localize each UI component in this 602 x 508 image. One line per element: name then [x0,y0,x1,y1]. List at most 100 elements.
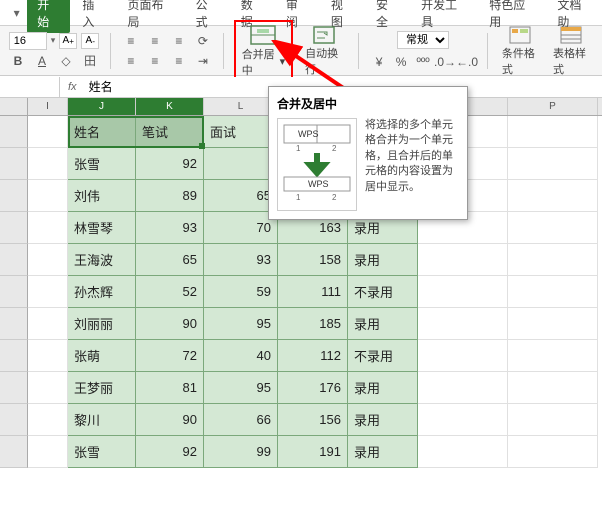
cell[interactable]: 158 [278,244,348,276]
cell[interactable]: 录用 [348,308,418,340]
cell[interactable]: 111 [278,276,348,308]
row-header[interactable] [0,308,28,340]
app-menu-icon[interactable]: ▾ [8,4,25,22]
align-left-button[interactable]: ≡ [121,52,141,70]
tab-security[interactable]: 安全 [366,0,409,33]
increase-decimal-button[interactable]: .0→ [435,53,455,71]
cell[interactable]: 刘伟 [68,180,136,212]
bold-button[interactable]: B [8,52,28,70]
row-header[interactable] [0,340,28,372]
cell[interactable]: 89 [136,180,204,212]
tab-page-layout[interactable]: 页面布局 [117,0,183,33]
align-center-button[interactable]: ≡ [145,52,165,70]
orientation-button[interactable]: ⟳ [193,32,213,50]
decrease-decimal-button[interactable]: ←.0 [457,53,477,71]
cell[interactable]: 52 [136,276,204,308]
indent-button[interactable]: ⇥ [193,52,213,70]
cell[interactable] [28,276,68,308]
cell[interactable]: 张雪 [68,148,136,180]
cell[interactable] [418,404,508,436]
align-bottom-button[interactable]: ≡ [169,32,189,50]
cell[interactable]: 张萌 [68,340,136,372]
font-color-button[interactable]: A [32,52,52,70]
cell[interactable]: 姓名 [68,116,136,148]
cell[interactable] [508,372,598,404]
cell[interactable] [204,148,278,180]
col-header[interactable]: P [508,98,598,115]
cell[interactable] [508,116,598,148]
row-header[interactable] [0,212,28,244]
thousands-button[interactable]: ººº [413,53,433,71]
tab-dev-tools[interactable]: 开发工具 [411,0,477,33]
col-header[interactable]: J [68,98,136,115]
row-header[interactable] [0,244,28,276]
cell[interactable] [508,276,598,308]
col-header[interactable]: I [28,98,68,115]
col-header[interactable]: L [204,98,278,115]
tab-formula[interactable]: 公式 [186,0,229,33]
cell[interactable]: 90 [136,308,204,340]
cell[interactable] [28,404,68,436]
cell[interactable]: 黎川 [68,404,136,436]
cell[interactable] [508,148,598,180]
cell[interactable] [28,436,68,468]
number-format-select[interactable]: 常规 [397,31,449,49]
cell[interactable]: 93 [204,244,278,276]
cell[interactable]: 92 [136,148,204,180]
row-header[interactable] [0,276,28,308]
font-size-input[interactable] [9,32,47,50]
cell[interactable] [508,180,598,212]
align-right-button[interactable]: ≡ [169,52,189,70]
cell[interactable]: 95 [204,308,278,340]
currency-button[interactable]: ¥ [369,53,389,71]
cell[interactable] [28,308,68,340]
align-middle-button[interactable]: ≡ [145,32,165,50]
decrease-font-button[interactable]: A- [81,33,99,49]
cell[interactable]: 林雪琴 [68,212,136,244]
cell[interactable]: 70 [204,212,278,244]
increase-font-button[interactable]: A+ [59,33,77,49]
cell[interactable] [28,372,68,404]
align-top-button[interactable]: ≡ [121,32,141,50]
row-header[interactable] [0,148,28,180]
cell[interactable]: 95 [204,372,278,404]
cell[interactable]: 59 [204,276,278,308]
wrap-text-button[interactable]: 自动换行 [299,23,348,79]
cell[interactable]: 99 [204,436,278,468]
cell[interactable]: 176 [278,372,348,404]
cell[interactable]: 录用 [348,436,418,468]
tab-insert[interactable]: 插入 [72,0,115,33]
fill-color-button[interactable]: ◇ [56,52,76,70]
cell[interactable]: 不录用 [348,340,418,372]
cell[interactable]: 92 [136,436,204,468]
cell[interactable]: 156 [278,404,348,436]
cell[interactable] [28,340,68,372]
select-all-corner[interactable] [0,98,28,115]
cell[interactable] [418,340,508,372]
percent-button[interactable]: % [391,53,411,71]
cell[interactable]: 40 [204,340,278,372]
row-header[interactable] [0,180,28,212]
cell[interactable]: 81 [136,372,204,404]
cell[interactable] [418,308,508,340]
cell[interactable] [418,276,508,308]
cell[interactable]: 面试 [204,116,278,148]
cell[interactable] [28,244,68,276]
cell[interactable]: 112 [278,340,348,372]
cell[interactable] [28,180,68,212]
fx-icon[interactable]: fx [60,81,85,93]
table-style-button[interactable]: 表格样式 [549,23,594,79]
cell[interactable]: 90 [136,404,204,436]
cell[interactable] [28,148,68,180]
cell[interactable] [508,404,598,436]
cell[interactable] [508,340,598,372]
row-header[interactable] [0,404,28,436]
cell[interactable] [28,212,68,244]
conditional-format-button[interactable]: 条件格式 [498,23,543,79]
cell[interactable]: 录用 [348,244,418,276]
cell[interactable]: 不录用 [348,276,418,308]
cell[interactable]: 185 [278,308,348,340]
cell[interactable]: 王梦丽 [68,372,136,404]
cell[interactable] [508,308,598,340]
row-header[interactable] [0,372,28,404]
